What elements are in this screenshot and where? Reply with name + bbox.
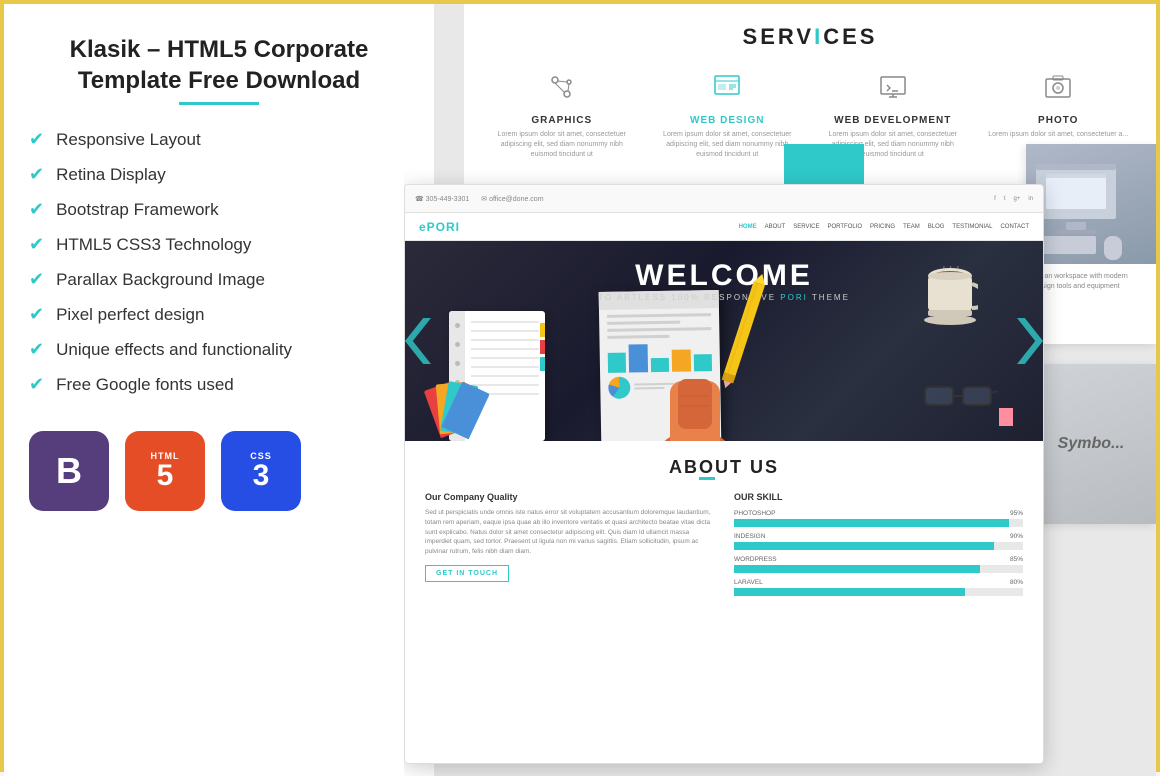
mock-nav-links: f t g+ in	[994, 196, 1033, 202]
check-icon: ✔	[29, 269, 44, 290]
service-photo-name: PHOTO	[985, 115, 1133, 126]
service-graphics: GRAPHICS Lorem ipsum dolor sit amet, con…	[484, 64, 640, 167]
company-quality-title: Our Company Quality	[425, 492, 714, 502]
list-item: ✔Unique effects and functionality	[29, 339, 409, 360]
hero-coffee	[923, 266, 978, 331]
title-underline	[179, 102, 259, 105]
html5-badge: HTML 5	[125, 431, 205, 511]
bootstrap-badge: B	[29, 431, 109, 511]
hero-prev-button[interactable]: ‹	[405, 318, 431, 364]
mock-main-nav: ePORI HOME ABOUT SERVICE PORTFOLIO PRICI…	[405, 213, 1043, 241]
hero-glasses	[923, 381, 998, 416]
side-card-1: Clean workspace with modern design tools…	[1026, 144, 1156, 344]
side-card-symbol-area: Symbo...	[1026, 364, 1156, 524]
check-icon: ✔	[29, 234, 44, 255]
css3-badge: CSS 3	[221, 431, 301, 511]
badges-row: B HTML 5 CSS 3	[29, 431, 409, 511]
color-swatches	[440, 383, 490, 433]
page-title: Klasik – HTML5 Corporate Template Free D…	[29, 34, 409, 96]
mock-email: ✉ office@done.com	[481, 195, 543, 203]
side-card-photo	[1026, 144, 1156, 264]
photo-icon	[985, 72, 1133, 109]
side-card-text: Clean workspace with modern design tools…	[1034, 272, 1148, 292]
service-webdesign-name: WEB DESIGN	[654, 115, 802, 126]
about-columns: Our Company Quality Sed ut perspiciatis …	[425, 492, 1023, 602]
desk-illustration	[1026, 144, 1156, 264]
list-item: ✔Parallax Background Image	[29, 269, 409, 290]
graphics-icon	[488, 72, 636, 109]
check-icon: ✔	[29, 129, 44, 150]
service-graphics-name: GRAPHICS	[488, 115, 636, 126]
mockup-browser: ☎ 305-449-3301 ✉ office@done.com f t g+ …	[404, 184, 1044, 764]
hero-welcome-text: WELCOME	[598, 259, 850, 293]
mock-about-section: ABOUT US Our Company Quality Sed ut pers…	[405, 441, 1043, 618]
skill-laravel: LARAVEL80%	[734, 579, 1023, 596]
webdev-icon	[819, 72, 967, 109]
service-webdesign-desc: Lorem ipsum dolor sit amet, consectetuer…	[654, 130, 802, 159]
check-icon: ✔	[29, 304, 44, 325]
skills-title: OUR SKILL	[734, 492, 1023, 502]
list-item: ✔Pixel perfect design	[29, 304, 409, 325]
about-skills: OUR SKILL PHOTOSHOP95% INDESIGN90%	[734, 492, 1023, 602]
list-item: ✔HTML5 CSS3 Technology	[29, 234, 409, 255]
company-quality-text: Sed ut perspiciatis unde omnis iste natu…	[425, 508, 714, 557]
mock-logo: ePORI	[419, 220, 460, 234]
about-title: ABOUT US	[425, 457, 1023, 478]
check-icon: ✔	[29, 164, 44, 185]
check-icon: ✔	[29, 199, 44, 220]
service-graphics-desc: Lorem ipsum dolor sit amet, consectetuer…	[488, 130, 636, 159]
check-icon: ✔	[29, 374, 44, 395]
list-item: ✔Retina Display	[29, 164, 409, 185]
list-item: ✔Bootstrap Framework	[29, 199, 409, 220]
list-item: ✔Free Google fonts used	[29, 374, 409, 395]
list-item: ✔Responsive Layout	[29, 129, 409, 150]
skill-wordpress: WORDPRESS85%	[734, 556, 1023, 573]
webdesign-icon	[654, 72, 802, 109]
pink-rect	[999, 408, 1013, 426]
side-card-2: Symbo...	[1026, 364, 1156, 524]
hero-next-button[interactable]: ›	[1017, 318, 1043, 364]
skill-photoshop: PHOTOSHOP95%	[734, 510, 1023, 527]
about-company-quality: Our Company Quality Sed ut perspiciatis …	[425, 492, 714, 602]
hero-subtitle-text: TO ARTLESS 100% RESPONSIVE PORI THEME	[598, 293, 850, 302]
left-panel: Klasik – HTML5 Corporate Template Free D…	[4, 4, 434, 776]
skill-indesign: INDESIGN90%	[734, 533, 1023, 550]
service-webdev-name: WEB DEVELOPMENT	[819, 115, 967, 126]
mock-nav-bar: ☎ 305-449-3301 ✉ office@done.com f t g+ …	[405, 185, 1043, 213]
check-icon: ✔	[29, 339, 44, 360]
right-area: SERVICES GRAPHICS Lorem ipsum dolor sit …	[404, 4, 1156, 776]
mock-phone: ☎ 305-449-3301	[415, 195, 469, 203]
services-title: SERVICES	[484, 24, 1136, 50]
service-webdesign: WEB DESIGN Lorem ipsum dolor sit amet, c…	[650, 64, 806, 167]
get-in-touch-button[interactable]: GET IN TOUCH	[425, 565, 509, 582]
hero-text: WELCOME TO ARTLESS 100% RESPONSIVE PORI …	[598, 259, 850, 302]
mock-hero-section: ‹ › WELCOME TO ARTLESS 100% RESPONSIVE P…	[405, 241, 1043, 441]
feature-list: ✔Responsive Layout ✔Retina Display ✔Boot…	[29, 129, 409, 395]
service-photo-desc: Lorem ipsum dolor sit amet, consectetuer…	[985, 130, 1133, 140]
